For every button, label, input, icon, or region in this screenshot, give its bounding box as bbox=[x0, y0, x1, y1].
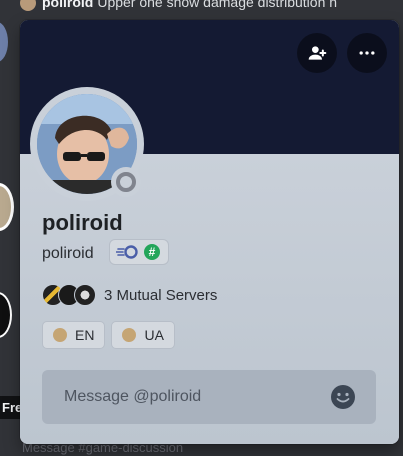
author-avatar bbox=[20, 0, 36, 12]
display-name: poliroid bbox=[42, 210, 123, 235]
more-icon bbox=[359, 51, 375, 55]
username[interactable]: poliroid bbox=[42, 245, 94, 263]
role-label: UA bbox=[144, 327, 164, 343]
role-color-dot bbox=[53, 328, 67, 342]
mutual-servers-label: 3 Mutual Servers bbox=[104, 286, 218, 304]
role-tag[interactable]: EN bbox=[42, 321, 106, 349]
message-text: Upper one show damage distribution n bbox=[97, 0, 338, 10]
more-options-button[interactable] bbox=[347, 33, 387, 73]
server-icon bbox=[74, 284, 96, 306]
message-box bbox=[42, 370, 376, 424]
message-input[interactable] bbox=[62, 387, 330, 407]
mutual-servers[interactable]: 3 Mutual Servers bbox=[42, 283, 217, 307]
member-avatar[interactable] bbox=[0, 292, 12, 338]
add-friend-icon bbox=[308, 46, 327, 60]
role-list: EN UA bbox=[42, 321, 175, 349]
nitro-badge-icon[interactable] bbox=[116, 245, 138, 259]
role-color-dot bbox=[122, 328, 137, 342]
user-profile-popout: poliroid poliroid # 3 Mutual Servers EN … bbox=[20, 20, 399, 444]
member-avatar[interactable] bbox=[0, 22, 8, 62]
hashtag-badge-icon[interactable]: # bbox=[144, 244, 160, 260]
offline-status-icon bbox=[116, 172, 136, 192]
profile-avatar-frame bbox=[30, 87, 144, 201]
message-author[interactable]: poliroid bbox=[42, 0, 93, 10]
emoji-icon[interactable] bbox=[330, 384, 356, 410]
member-avatar[interactable] bbox=[0, 183, 14, 231]
role-tag[interactable]: UA bbox=[111, 321, 175, 349]
status-indicator bbox=[111, 167, 141, 197]
add-friend-button[interactable] bbox=[297, 33, 337, 73]
profile-badges: # bbox=[109, 239, 169, 265]
role-label: EN bbox=[75, 327, 95, 343]
background-message-line: poliroid Upper one show damage distributi… bbox=[20, 0, 403, 14]
